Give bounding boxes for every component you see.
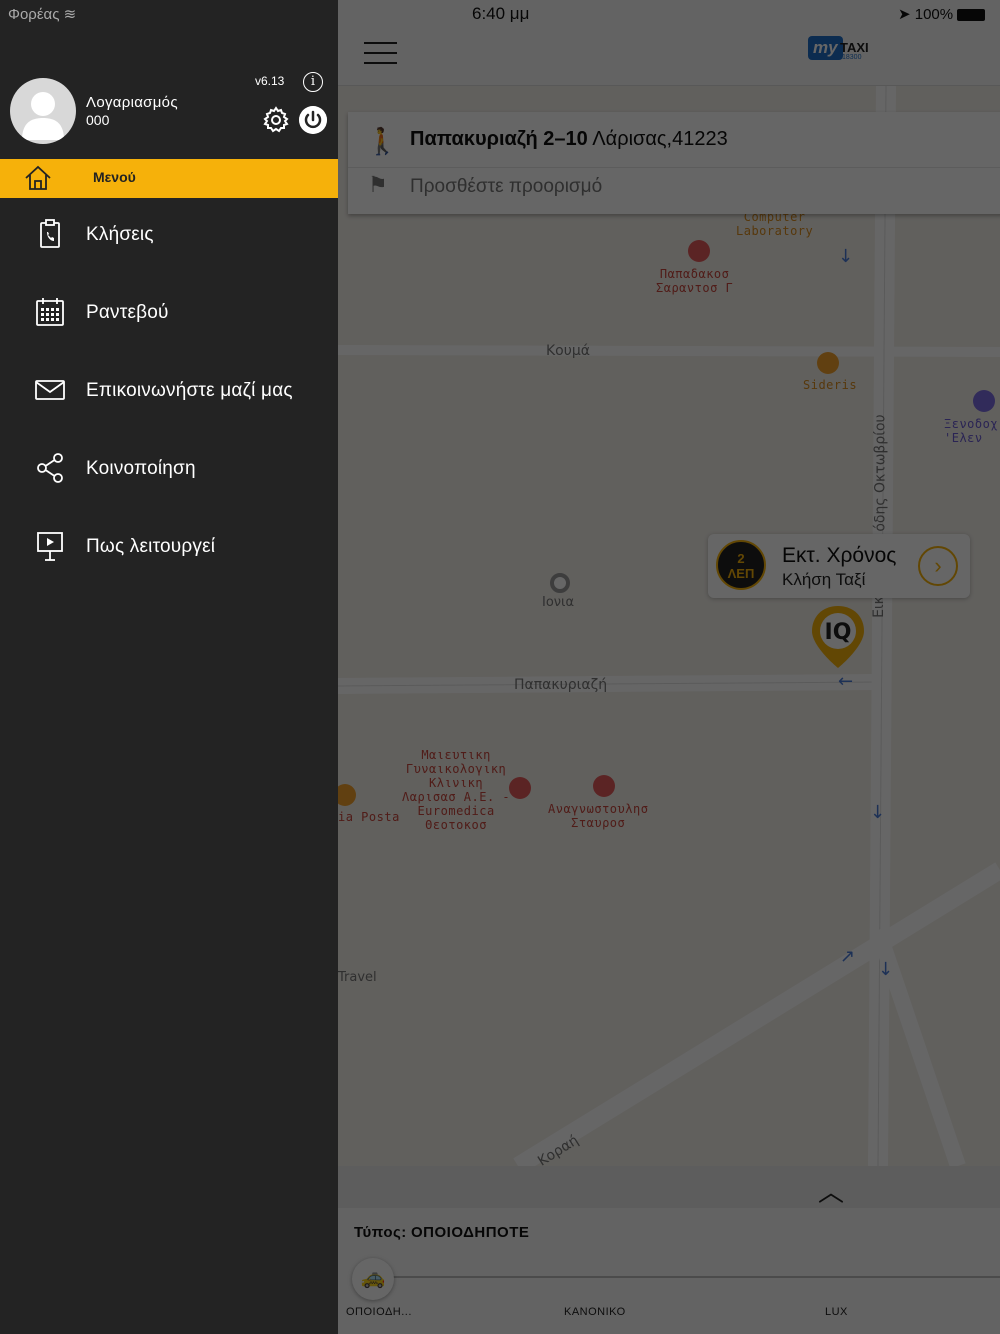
svg-text:↓: ↓ — [878, 959, 893, 980]
menu-title: Μενού — [93, 169, 136, 185]
vehicle-option-any[interactable]: ΟΠΟΙΟΔΗ... — [346, 1306, 412, 1318]
svg-text:IQ: IQ — [825, 620, 852, 645]
chevron-right-icon[interactable]: › — [918, 546, 958, 586]
vehicle-type-panel: ︿ Τύπος: ΟΠΟΙΟΔΗΠΟΤΕ 🚕 ΟΠΟΙΟΔΗ... ΚΑΝΟΝΙ… — [338, 1166, 1000, 1334]
pickup-address: Παπακυριαζή 2–10 Λάρισας,41223 — [410, 128, 728, 151]
battery-icon — [957, 9, 986, 22]
nav-item-calls[interactable]: Κλήσεις — [0, 200, 338, 278]
app-version: v6.13 — [255, 74, 285, 88]
app-top-bar: 6:40 μμ ➤ 100% my TAXI 18300 — [338, 0, 1000, 86]
wifi-icon: ≋ — [63, 6, 77, 23]
vehicle-option-lux[interactable]: LUX — [825, 1306, 848, 1318]
svg-text:↓: ↓ — [838, 246, 853, 267]
avatar[interactable] — [10, 78, 76, 144]
eta-subtitle: Κλήση Ταξί — [782, 570, 866, 589]
svg-text:↓: ↓ — [870, 802, 885, 823]
panel-expand-button[interactable]: ︿ — [338, 1166, 1000, 1208]
poi-pin-icon[interactable] — [550, 573, 570, 593]
poi-label: Ξενοδοχ 'Ελεν — [944, 417, 999, 445]
poi-label: Travel — [338, 970, 377, 985]
envelope-icon — [35, 380, 65, 400]
hamburger-menu-icon[interactable] — [364, 42, 397, 64]
eta-unit: ΛΕΠ — [727, 566, 755, 581]
power-icon[interactable] — [299, 106, 327, 134]
street-label: Κουμά — [546, 343, 590, 359]
address-card: 🚶 Παπακυριαζή 2–10 Λάρισας,41223 ⚑ — [348, 112, 1000, 214]
eta-title: Εκτ. Χρόνος — [782, 544, 897, 567]
medical-pin-icon[interactable] — [593, 775, 615, 797]
nav-item-contact[interactable]: Επικοινωνήστε μαζί μας — [0, 356, 338, 434]
status-battery: ➤ 100% — [898, 5, 986, 23]
poi-label: Sideris — [803, 378, 858, 392]
medical-pin-icon[interactable] — [688, 240, 710, 262]
gear-icon[interactable] — [262, 106, 290, 134]
map-view[interactable]: ↓ ← ↓ ↗ ↓ ΜΗΔΕΝ ΕΝΑ Computer Laboratory … — [338, 0, 1000, 1334]
pickup-marker-icon[interactable]: IQ — [810, 604, 866, 670]
poi-label: Αναγνωστουλησ Σταυροσ — [548, 802, 649, 830]
share-icon — [37, 453, 63, 483]
street-label: όδης Οκτωβρίου — [872, 414, 889, 532]
vehicle-type-slider-track[interactable] — [374, 1276, 1000, 1278]
clipboard-call-icon — [40, 219, 60, 248]
svg-text:↗: ↗ — [840, 946, 855, 967]
carrier-name: Φορέας — [8, 6, 60, 23]
type-label-key: Τύπος: — [354, 1224, 407, 1241]
chevron-up-icon: ︿ — [818, 1177, 845, 1207]
svg-text:←: ← — [838, 671, 853, 692]
mytaxi-logo: my TAXI 18300 — [808, 34, 878, 74]
poi-label: Ιονια — [542, 595, 575, 610]
pickup-city: Λάρισας,41223 — [592, 128, 728, 150]
checkered-flag-icon: ⚑ — [368, 172, 388, 197]
destination-input[interactable] — [410, 172, 970, 202]
calendar-icon — [36, 298, 64, 326]
pickup-person-icon: 🚶 — [366, 126, 399, 156]
poi-label: Μαιευτικη Γυναικολογικη Κλινικη Λαρισασ … — [402, 748, 511, 832]
location-arrow-icon: ➤ — [898, 6, 911, 23]
pickup-row[interactable]: 🚶 Παπακυριαζή 2–10 Λάρισας,41223 — [348, 112, 1000, 168]
shop-pin-icon[interactable] — [817, 352, 839, 374]
nav-item-how-it-works[interactable]: Πως λειτουργεί — [0, 512, 338, 590]
street-label: Παπακυριαζή — [514, 677, 608, 693]
nav-label: Πως λειτουργεί — [86, 536, 216, 557]
battery-percent: 100% — [914, 6, 954, 23]
account-number: 000 — [86, 112, 110, 128]
taxi-icon[interactable]: 🚕 — [352, 1258, 394, 1300]
nav-label: Κοινοποίηση — [86, 458, 196, 479]
status-time: 6:40 μμ — [472, 4, 530, 23]
nav-label: Επικοινωνήστε μαζί μας — [86, 380, 293, 401]
side-menu: Φορέας ≋ Λογαριασμός 000 v6.13 i Μενού Κ… — [0, 0, 338, 1334]
vehicle-option-normal[interactable]: ΚΑΝΟΝΙΚΟ — [564, 1306, 626, 1318]
menu-header[interactable]: Μενού — [0, 159, 338, 198]
logo-my: my — [808, 36, 843, 60]
eta-card[interactable]: 2 ΛΕΠ Εκτ. Χρόνος Κλήση Ταξί › — [708, 534, 970, 598]
nav-label: Ραντεβού — [86, 302, 169, 323]
vehicle-type-label: Τύπος: ΟΠΟΙΟΔΗΠΟΤΕ — [354, 1224, 529, 1241]
home-icon — [25, 165, 51, 190]
logo-taxi: TAXI — [840, 40, 869, 55]
nav-label: Κλήσεις — [86, 224, 154, 245]
poi-label: Παπαδακοσ Σαραντοσ Γ — [656, 267, 734, 295]
info-icon[interactable]: i — [303, 72, 323, 92]
presentation-icon — [37, 532, 63, 561]
status-carrier: Φορέας ≋ — [8, 5, 76, 23]
poi-label: ia Posta — [338, 810, 400, 824]
account-label: Λογαριασμός — [86, 94, 178, 111]
hotel-pin-icon[interactable] — [973, 390, 995, 412]
nav-item-share[interactable]: Κοινοποίηση — [0, 434, 338, 512]
eta-minutes: 2 — [737, 551, 745, 566]
street-label: Εικ — [870, 596, 887, 618]
type-label-value: ΟΠΟΙΟΔΗΠΟΤΕ — [410, 1224, 530, 1241]
eta-badge: 2 ΛΕΠ — [716, 540, 766, 590]
user-silhouette-icon — [22, 92, 64, 140]
medical-pin-icon[interactable] — [509, 777, 531, 799]
logo-number: 18300 — [842, 54, 862, 61]
pickup-street: Παπακυριαζή 2–10 — [410, 128, 588, 150]
nav-item-appointments[interactable]: Ραντεβού — [0, 278, 338, 356]
